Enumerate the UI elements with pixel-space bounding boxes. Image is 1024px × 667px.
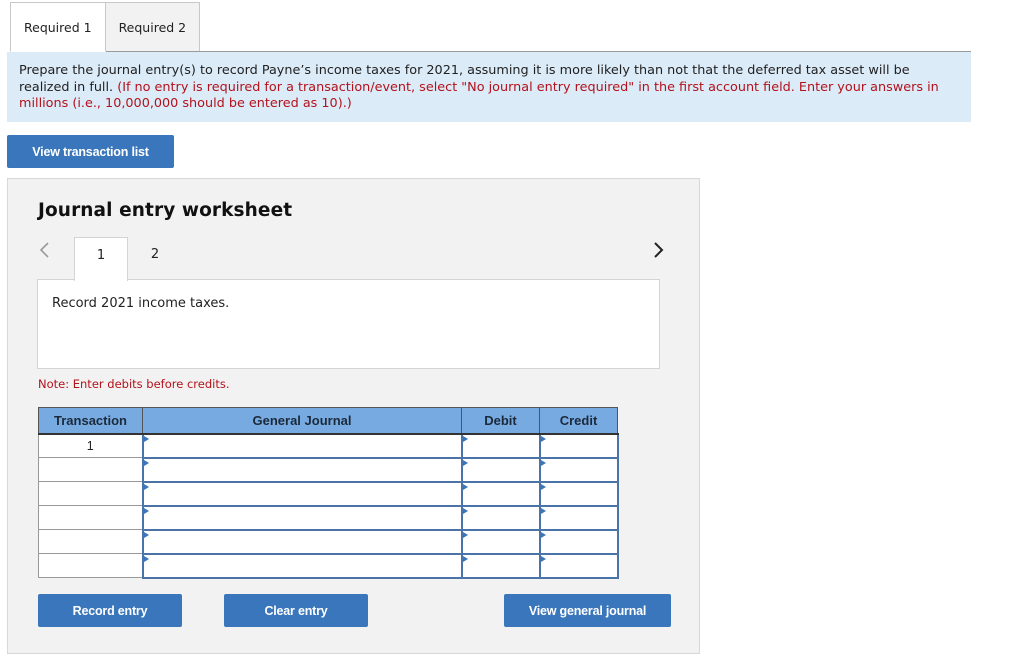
header-debit: Debit (461, 407, 540, 435)
debit-input[interactable] (462, 530, 539, 553)
debit-cell[interactable] (460, 456, 541, 483)
transaction-cell (38, 457, 143, 482)
requirement-tabs: Required 1 Required 2 (10, 2, 201, 52)
credit-input[interactable] (540, 482, 617, 505)
entry-description: Record 2021 income taxes. (37, 279, 660, 369)
debits-note: Note: Enter debits before credits. (38, 377, 230, 391)
credit-input[interactable] (540, 458, 617, 481)
account-cell[interactable] (141, 552, 463, 579)
entry-tab-1[interactable]: 1 (74, 237, 128, 281)
entry-tab-2[interactable]: 2 (128, 237, 182, 280)
credit-cell[interactable] (538, 480, 619, 507)
account-input[interactable] (143, 506, 461, 529)
tab-required-2[interactable]: Required 2 (104, 2, 201, 51)
tab-required-1[interactable]: Required 1 (10, 2, 106, 52)
account-cell[interactable] (141, 456, 463, 483)
journal-entry-worksheet: Journal entry worksheet 1 2 Record 2021 … (7, 178, 700, 654)
credit-input[interactable] (540, 506, 617, 529)
debit-input[interactable] (462, 458, 539, 481)
chevron-left-icon[interactable] (38, 241, 50, 259)
table-header-row: Transaction General Journal Debit Credit (38, 407, 618, 435)
chevron-right-icon[interactable] (653, 241, 665, 259)
credit-cell[interactable] (538, 456, 619, 483)
credit-cell[interactable] (538, 504, 619, 531)
account-cell[interactable] (141, 528, 463, 555)
transaction-cell (38, 553, 143, 578)
instructions-note: (If no entry is required for a transacti… (19, 79, 939, 112)
transaction-cell (38, 505, 143, 530)
credit-input[interactable] (540, 554, 617, 577)
table-row (38, 528, 619, 555)
account-cell[interactable] (141, 504, 463, 531)
transaction-cell (38, 481, 143, 506)
credit-cell[interactable] (538, 528, 619, 555)
debit-input[interactable] (462, 482, 539, 505)
table-row (38, 480, 619, 507)
transaction-cell: 1 (38, 433, 143, 458)
debit-input[interactable] (462, 434, 539, 457)
credit-cell[interactable] (538, 552, 619, 579)
table-row (38, 504, 619, 531)
account-input[interactable] (143, 434, 461, 457)
account-input[interactable] (143, 530, 461, 553)
table-row (38, 456, 619, 483)
account-cell[interactable] (141, 480, 463, 507)
instructions-box: Prepare the journal entry(s) to record P… (7, 52, 971, 122)
credit-cell[interactable] (538, 432, 619, 459)
debit-cell[interactable] (460, 552, 541, 579)
account-input[interactable] (143, 482, 461, 505)
account-input[interactable] (143, 554, 461, 577)
debit-cell[interactable] (460, 432, 541, 459)
account-cell[interactable] (141, 432, 463, 459)
debit-cell[interactable] (460, 504, 541, 531)
worksheet-title: Journal entry worksheet (38, 200, 293, 221)
debit-cell[interactable] (460, 528, 541, 555)
table-row: 1 (38, 432, 619, 459)
header-general-journal: General Journal (142, 407, 462, 435)
table-row (38, 552, 619, 579)
debit-cell[interactable] (460, 480, 541, 507)
header-transaction: Transaction (38, 407, 143, 435)
debit-input[interactable] (462, 506, 539, 529)
credit-input[interactable] (540, 434, 617, 457)
account-input[interactable] (143, 458, 461, 481)
debit-input[interactable] (462, 554, 539, 577)
credit-input[interactable] (540, 530, 617, 553)
view-general-journal-button[interactable]: View general journal (504, 594, 671, 627)
entry-description-text: Record 2021 income taxes. (52, 296, 230, 311)
transaction-cell (38, 529, 143, 554)
record-entry-button[interactable]: Record entry (38, 594, 182, 627)
view-transaction-list-button[interactable]: View transaction list (7, 135, 174, 168)
header-credit: Credit (539, 407, 618, 435)
clear-entry-button[interactable]: Clear entry (224, 594, 368, 627)
journal-table: Transaction General Journal Debit Credit… (38, 407, 619, 579)
